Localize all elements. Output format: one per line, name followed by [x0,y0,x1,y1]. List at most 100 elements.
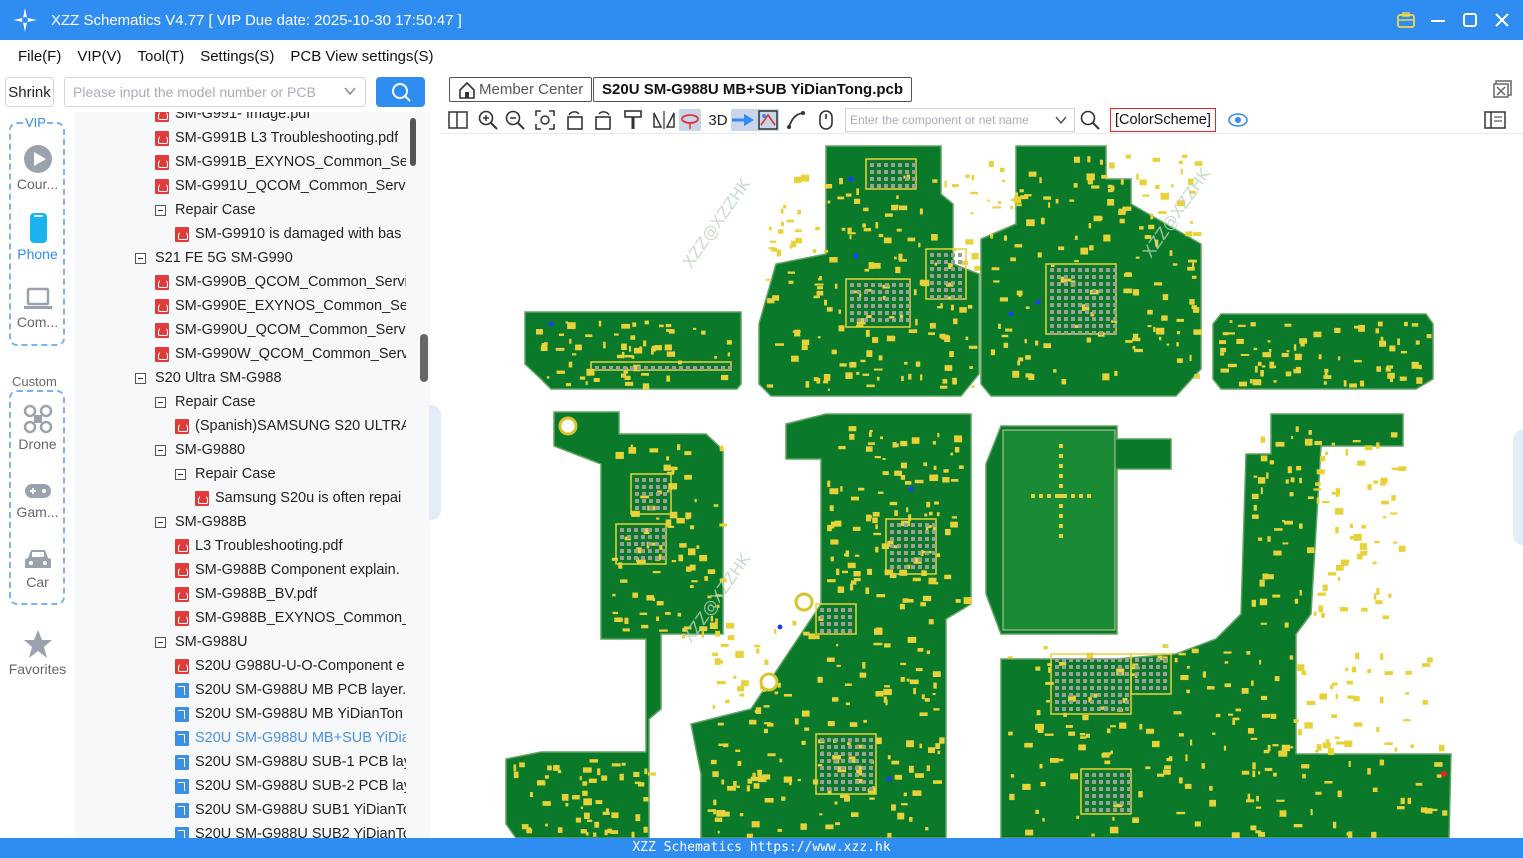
trace-route-icon[interactable] [785,109,807,131]
tree-row[interactable]: SM-G988B_BV.pdf [175,582,406,606]
component-search-icon[interactable] [1079,109,1101,131]
flip-horizontal-icon[interactable] [653,109,675,131]
tree-row[interactable]: S20U SM-G988U SUB-1 PCB lay [175,750,406,774]
tree-row[interactable]: S20U SM-G988U MB+SUB YiDia [175,726,406,750]
collapse-toggle-icon[interactable] [155,204,166,216]
tab-member-center[interactable]: Member Center [449,77,593,102]
pcb-pad [908,329,918,334]
3d-view-button[interactable]: 3D [705,109,731,131]
tab-active-pcb[interactable]: S20U SM-G988U MB+SUB YiDianTong.pcb [593,77,913,102]
tree-row[interactable]: Repair Case [155,390,406,414]
close-all-tabs-icon[interactable] [1493,80,1513,101]
side-panel-icon[interactable] [1484,109,1506,131]
tree-row[interactable]: S20U SM-G988U SUB-2 PCB lay [175,774,406,798]
category-computer[interactable]: Com... [0,286,75,330]
tree-row[interactable]: SM-G988U [155,630,406,654]
menu-settings[interactable]: Settings(S) [200,48,274,65]
component-search-input[interactable]: Enter the component or net name [845,108,1075,132]
tree-row[interactable]: SM-G988B [155,510,406,534]
pcb-bga-ball [1064,331,1068,335]
tree-row[interactable]: SM-G990W_QCOM_Common_Servi [155,342,406,366]
zoom-out-icon[interactable] [504,109,526,131]
minimize-icon[interactable] [1429,11,1447,29]
pcb-bga-ball [1062,658,1066,662]
pcb-pad [1025,373,1033,378]
paint-brush-icon[interactable] [622,109,644,131]
close-icon[interactable] [1493,11,1511,29]
tree-row[interactable]: S20U SM-G988U SUB1 YiDianTo [175,798,406,822]
tree-row[interactable]: SM-G991B L3 Troubleshooting.pdf [155,126,406,150]
menu-vip[interactable]: VIP(V) [77,48,121,65]
tree-row[interactable]: SM-G988B Component explain. [175,558,406,582]
shrink-button[interactable]: Shrink [5,77,54,107]
tree-scrollbar-thumb[interactable] [410,118,416,166]
tree-row[interactable]: SM-G990E_EXYNOS_Common_Serv [155,294,406,318]
category-courses[interactable]: Cour... [0,144,75,192]
collapse-toggle-icon[interactable] [155,396,166,408]
tree-row[interactable]: (Spanish)SAMSUNG S20 ULTRA [175,414,406,438]
pcb-bga-ball [1106,787,1110,791]
pcb-pad [1349,383,1357,388]
collapse-toggle-icon[interactable] [155,444,166,456]
tree-row[interactable]: SM-G990U_QCOM_Common_Servi [155,318,406,342]
maximize-icon[interactable] [1461,11,1479,29]
highlight-net-icon[interactable] [679,109,701,131]
collapse-toggle-icon[interactable] [135,372,146,384]
tree-row[interactable]: SM-G990B_QCOM_Common_Servic [155,270,406,294]
tree-row[interactable]: L3 Troubleshooting.pdf [175,534,406,558]
tree-row[interactable]: S20U SM-G988U MB PCB layer.p [175,678,406,702]
pcb-bga-ball [656,499,660,503]
collapse-toggle-icon[interactable] [155,516,166,528]
tree-row[interactable]: S20 Ultra SM-G988 [135,366,406,390]
tree-row[interactable]: SM-G991- Image.pdf [155,112,406,126]
collapse-toggle-icon[interactable] [135,252,146,264]
collapse-toggle-icon[interactable] [175,468,186,480]
pcb-canvas[interactable]: XZZ@XZZHK XZZ@XZZHK XZZ@XZZHK [441,134,1523,838]
layer-toggle-icon[interactable] [757,109,779,131]
split-view-icon[interactable] [447,109,469,131]
tree-h-scroll-thumb[interactable] [420,334,428,382]
pcb-pad [876,376,880,381]
tree-row[interactable]: SM-G988B_EXYNOS_Common_S [175,606,406,630]
menu-pcb-view-settings[interactable]: PCB View settings(S) [290,48,433,65]
eye-icon[interactable] [1227,109,1249,131]
fit-view-icon[interactable] [534,109,556,131]
mouse-icon[interactable] [815,109,837,131]
category-car[interactable]: Car [0,546,75,590]
category-favorites[interactable]: Favorites [0,629,75,677]
tree-row[interactable]: SM-G9880 [155,438,406,462]
tree-row[interactable]: Repair Case [175,462,406,486]
right-panel-handle[interactable] [1513,430,1523,545]
pcb-board-drawing[interactable]: XZZ@XZZHK XZZ@XZZHKXZZ@XZZHK [441,134,1523,838]
pcb-bga-ball [885,283,889,287]
color-scheme-button[interactable]: [ColorScheme] [1110,108,1216,132]
search-button[interactable] [376,77,425,107]
menu-file[interactable]: File(F) [18,48,61,65]
category-phone[interactable]: Phone [0,212,75,262]
rotate-left-icon[interactable] [564,109,586,131]
model-search-input[interactable]: Please input the model number or PCB [64,77,366,107]
tree-row[interactable]: SM-G991B_EXYNOS_Common_Serv [155,150,406,174]
tree-row[interactable]: S21 FE 5G SM-G990 [135,246,406,270]
zoom-in-icon[interactable] [477,109,499,131]
collapse-panel-handle[interactable] [429,405,441,520]
briefcase-icon[interactable] [1397,11,1415,29]
pin-select-icon[interactable] [731,109,757,131]
tree-row[interactable]: S20U SM-G988U SUB2 YiDianTo [175,822,406,838]
menu-tool[interactable]: Tool(T) [138,48,185,65]
pcb-bga-ball [1085,275,1089,279]
pcb-bga-ball [932,530,936,534]
chevron-down-icon[interactable] [343,84,357,101]
category-games[interactable]: Gam... [0,480,75,520]
tree-row[interactable]: S20U G988U-U-O-Component e [175,654,406,678]
rotate-right-icon[interactable] [592,109,614,131]
tree-row[interactable]: SM-G9910 is damaged with bas [175,222,406,246]
pcb-bga-ball [1092,331,1096,335]
tree-row[interactable]: Repair Case [155,198,406,222]
tree-row[interactable]: S20U SM-G988U MB YiDianTon [175,702,406,726]
collapse-toggle-icon[interactable] [155,636,166,648]
category-drone[interactable]: Drone [0,404,75,452]
tree-row[interactable]: Samsung S20u is often repai [195,486,406,510]
pcb-pad [666,456,670,461]
tree-row[interactable]: SM-G991U_QCOM_Common_Servi [155,174,406,198]
